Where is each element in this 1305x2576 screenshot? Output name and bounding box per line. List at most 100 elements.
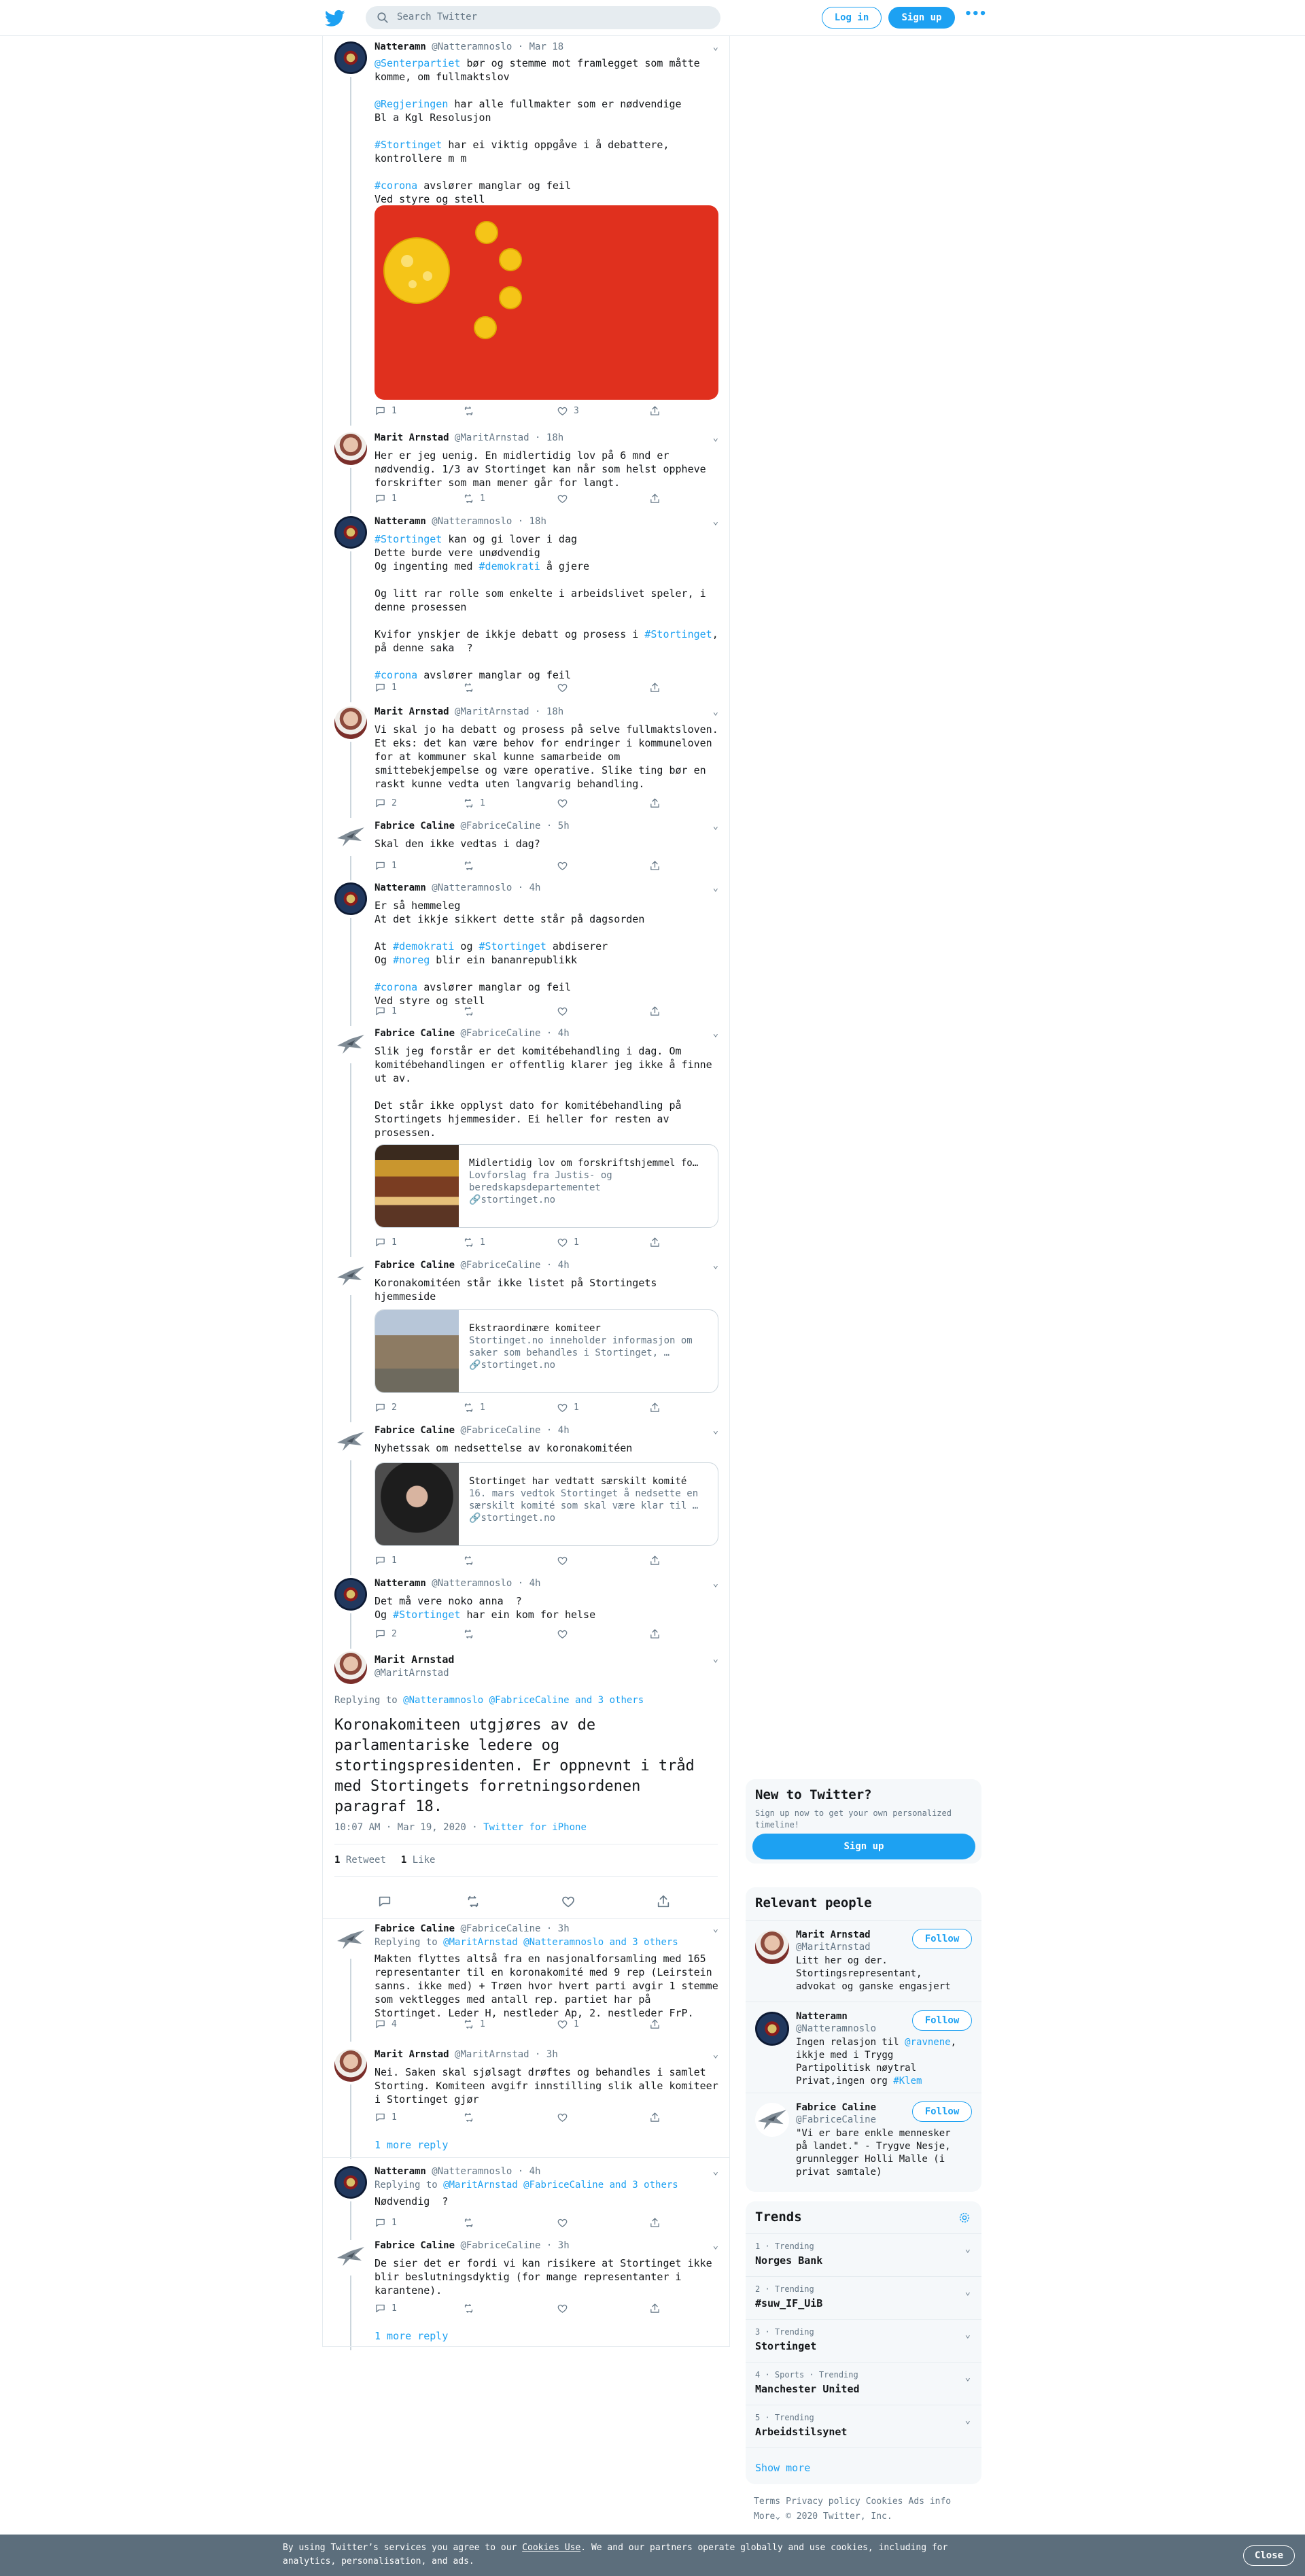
retweet-button[interactable]: 1 (463, 1237, 485, 1250)
like-button[interactable] (561, 1894, 576, 1909)
chevron-down-icon[interactable]: ⌄ (965, 2244, 971, 2254)
retweet-button[interactable] (463, 1006, 480, 1019)
retweet-button[interactable] (463, 682, 480, 695)
footer-link[interactable]: Privacy policy (786, 2496, 860, 2507)
twitter-bird-icon[interactable] (325, 8, 345, 29)
login-button[interactable]: Log in (822, 7, 882, 29)
natteramn-avatar[interactable] (755, 2012, 789, 2046)
like-button[interactable] (557, 860, 574, 874)
share-button[interactable] (649, 682, 661, 695)
link-preview-card[interactable]: Stortinget har vedtatt særskilt komité 16… (375, 1462, 718, 1546)
share-button[interactable] (649, 1402, 661, 1415)
footer-more-link[interactable]: More (754, 2511, 775, 2522)
tweet[interactable]: Natteramn @Natteramnoslo · 4h ⌄ Er så hemm… (323, 882, 729, 1026)
marit-avatar[interactable] (334, 1651, 367, 1684)
share-button[interactable] (649, 2112, 661, 2125)
retweet-button[interactable]: 1 (463, 797, 485, 811)
author-name[interactable]: Fabrice Caline (375, 821, 455, 831)
retweet-button[interactable] (463, 2217, 480, 2231)
author-handle[interactable]: @MaritArnstad (375, 1668, 449, 1679)
tweet-time[interactable]: · 3h (546, 2240, 570, 2251)
author-name[interactable]: Marit Arnstad (375, 432, 449, 443)
share-button[interactable] (649, 1006, 661, 1019)
natteramn-avatar[interactable] (334, 516, 367, 549)
author-handle[interactable]: @FabriceCaline (460, 1923, 540, 1934)
reply-button[interactable]: 1 (375, 2112, 397, 2125)
person-handle[interactable]: @FabriceCaline (796, 2114, 876, 2126)
reply-button[interactable]: 1 (375, 405, 397, 419)
mention-link[interactable]: #demokrati (479, 560, 540, 572)
chevron-down-icon[interactable]: ⌄ (713, 1260, 718, 1271)
marit-avatar[interactable] (334, 706, 367, 739)
author-handle[interactable]: @FabriceCaline (460, 1260, 540, 1271)
fabrice-avatar[interactable] (334, 1260, 367, 1292)
mention-link[interactable]: #Stortinget (375, 533, 442, 545)
more-menu-icon[interactable]: ••• (964, 7, 987, 21)
like-button[interactable]: 3 (557, 405, 579, 419)
reply-button[interactable]: 2 (375, 797, 397, 811)
fabrice-avatar[interactable] (755, 2103, 789, 2137)
trend-item[interactable]: 4 · Sports · Trending Manchester United ⌄ (746, 2362, 981, 2405)
mention-link[interactable]: #Stortinget (644, 628, 712, 640)
marit-avatar[interactable] (334, 2049, 367, 2082)
tweet-source-link[interactable]: Twitter for iPhone (483, 1822, 587, 1833)
tweet-time[interactable]: · 3h (546, 1923, 570, 1934)
natteramn-avatar[interactable] (334, 41, 367, 74)
author-handle[interactable]: @Natteramnoslo (432, 882, 512, 893)
chevron-down-icon[interactable]: ⌄ (713, 1653, 718, 1664)
retweet-count[interactable]: 1 (334, 1855, 340, 1866)
person-name[interactable]: Fabrice Caline (796, 2101, 876, 2114)
retweet-button[interactable] (463, 2112, 480, 2125)
replying-to-links[interactable]: @Natteramnoslo @FabriceCaline and 3 othe… (403, 1695, 644, 1706)
person-name[interactable]: Natteramn (796, 2010, 876, 2023)
tweet[interactable]: Fabrice Caline @FabriceCaline · 4h ⌄ Koron… (323, 1260, 729, 1422)
natteramn-avatar[interactable] (334, 1578, 367, 1611)
chevron-down-icon[interactable]: ⌄ (713, 821, 718, 831)
like-button[interactable] (557, 493, 574, 506)
tweet[interactable]: Fabrice Caline @FabriceCaline · 5h ⌄ Skal … (323, 821, 729, 880)
mention-link[interactable]: #corona (375, 179, 417, 192)
tweet[interactable]: Natteramn @Natteramnoslo · 18h ⌄ #Storting… (323, 516, 729, 702)
share-button[interactable] (649, 1555, 661, 1568)
chevron-down-icon[interactable]: ⌄ (713, 1028, 718, 1039)
show-more-replies-link[interactable]: 1 more reply (375, 2139, 448, 2151)
author-name[interactable]: Natteramn (375, 882, 426, 893)
share-button[interactable] (649, 797, 661, 811)
mention-link[interactable]: @Regjeringen (375, 98, 448, 110)
tweet-time[interactable]: · 4h (546, 1028, 570, 1039)
retweet-button[interactable] (463, 1628, 480, 1642)
tweet-time[interactable]: · 4h (546, 1425, 570, 1436)
author-handle[interactable]: @FabriceCaline (460, 1425, 540, 1436)
mention-link[interactable]: #corona (375, 669, 417, 681)
chevron-down-icon[interactable]: ⌄ (713, 1923, 718, 1934)
replying-to-links[interactable]: @MaritArnstad @FabriceCaline and 3 other… (443, 2180, 678, 2191)
tweet-time[interactable]: · 4h (546, 1260, 570, 1271)
tweet-time[interactable]: · 18h (535, 432, 563, 443)
chevron-down-icon[interactable]: ⌄ (713, 2166, 718, 2177)
chevron-down-icon[interactable]: ⌄ (713, 432, 718, 443)
tweet-time[interactable]: · Mar 18 (518, 41, 563, 52)
author-name[interactable]: Natteramn (375, 516, 426, 527)
chevron-down-icon[interactable]: ⌄ (713, 41, 718, 52)
share-button[interactable] (649, 1237, 661, 1250)
natteramn-avatar[interactable] (334, 882, 367, 915)
fabrice-avatar[interactable] (334, 2240, 367, 2273)
author-handle[interactable]: @FabriceCaline (460, 1028, 540, 1039)
author-name[interactable]: Fabrice Caline (375, 1923, 455, 1934)
tweet[interactable]: Fabrice Caline @FabriceCaline · 4h ⌄ Nyhet… (323, 1425, 729, 1575)
reply-tweet[interactable]: Marit Arnstad @MaritArnstad · 3h ⌄ Nei. Sa… (323, 2049, 729, 2159)
trend-name[interactable]: Manchester United (755, 2383, 860, 2395)
tweet[interactable]: Marit Arnstad @MaritArnstad · 18h ⌄ Vi ska… (323, 706, 729, 818)
like-button[interactable] (557, 2112, 574, 2125)
reply-button[interactable]: 1 (375, 2217, 397, 2231)
footer-link[interactable]: Terms (754, 2496, 780, 2507)
footer-link[interactable]: Cookies (866, 2496, 903, 2507)
reply-button[interactable]: 1 (375, 860, 397, 874)
reply-button[interactable] (377, 1894, 392, 1909)
marit-avatar[interactable] (755, 1930, 789, 1964)
fabrice-avatar[interactable] (334, 1425, 367, 1458)
link-preview-card[interactable]: Ekstraordinære komiteer Stortinget.no inn… (375, 1309, 718, 1393)
mention-link[interactable]: #Stortinget (479, 940, 546, 952)
reply-button[interactable]: 1 (375, 2303, 397, 2316)
chevron-down-icon[interactable]: ⌄ (713, 1578, 718, 1589)
